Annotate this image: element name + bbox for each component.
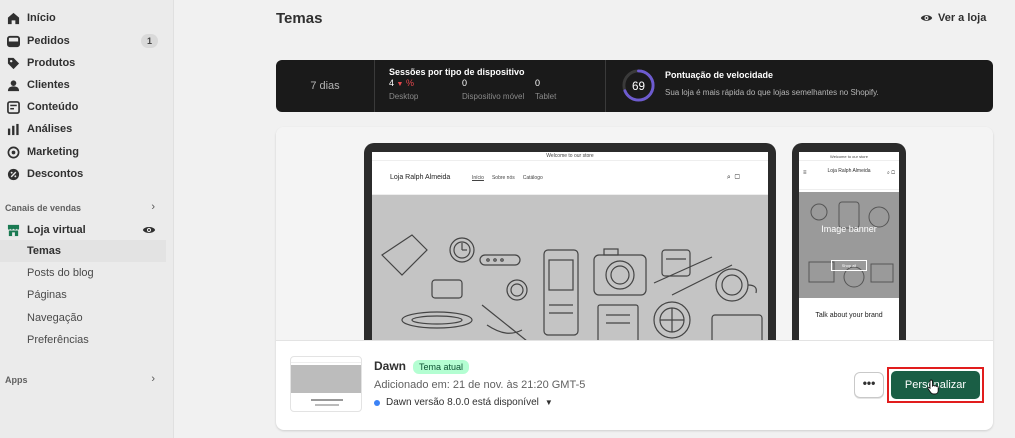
orders-icon	[7, 35, 20, 48]
sidebar-subitem-paginas[interactable]: Páginas	[0, 284, 166, 306]
home-icon	[7, 12, 20, 25]
mobile-label: Dispositivo móvel	[462, 92, 525, 101]
sidebar-item-label: Marketing	[27, 146, 79, 158]
person-icon	[7, 79, 20, 92]
sales-channels-label: Canais de vendas	[5, 203, 82, 213]
sidebar-subitem-preferencias[interactable]: Preferências	[0, 329, 166, 351]
stats-bar: 7 dias Sessões por tipo de dispositivo 4…	[276, 60, 993, 112]
sidebar-item-produtos[interactable]: Produtos	[0, 52, 166, 74]
eye-icon[interactable]	[142, 224, 156, 236]
tag-icon	[7, 57, 20, 70]
current-theme-badge: Tema atual	[413, 360, 470, 374]
chart-icon	[7, 123, 20, 136]
caret-down-icon: ▼	[544, 398, 553, 407]
theme-thumbnail[interactable]	[290, 356, 362, 412]
sidebar-item-analises[interactable]: Análises	[0, 118, 166, 140]
view-store-label: Ver a loja	[938, 12, 987, 24]
sidebar-item-conteudo[interactable]: Conteúdo	[0, 96, 166, 118]
desktop-value: 4 ▼ %	[389, 78, 414, 88]
speed-title: Pontuação de velocidade	[665, 70, 774, 80]
version-label: Dawn versão 8.0.0 está disponível	[386, 397, 539, 408]
divider	[605, 60, 606, 112]
menu-icon: ≡	[803, 170, 807, 176]
version-dropdown[interactable]: Dawn versão 8.0.0 está disponível ▼	[374, 397, 553, 408]
sidebar-item-label: Descontos	[27, 168, 84, 180]
shop-name: Loja Ralph Almeida	[827, 168, 871, 174]
hand-cursor-icon	[927, 379, 939, 395]
sidebar-item-descontos[interactable]: Descontos	[0, 163, 166, 185]
content-icon	[7, 100, 20, 114]
view-store-link[interactable]: Ver a loja	[920, 12, 986, 24]
tablet-value: 0	[535, 78, 541, 88]
sidebar-item-inicio[interactable]: Início	[0, 7, 166, 29]
theme-name: Dawn	[374, 359, 407, 373]
sidebar-item-label: Clientes	[27, 79, 70, 91]
orders-count-badge: 1	[140, 34, 158, 48]
mobile-screen: Welcome to our store ≡ Loja Ralph Almeid…	[799, 152, 899, 340]
target-icon	[7, 146, 20, 159]
sidebar-item-label: Produtos	[27, 57, 76, 69]
eye-icon	[920, 15, 933, 21]
flatlay-illustration	[381, 234, 763, 340]
shop-header: Loja Ralph Almeida Início Sobre nós Catálo…	[372, 161, 768, 195]
sidebar-item-clientes[interactable]: Clientes	[0, 74, 166, 96]
shop-nav: Início Sobre nós Catálogo	[472, 175, 543, 181]
speed-description: Sua loja é mais rápida do que lojas seme…	[665, 88, 879, 97]
sidebar: Início Pedidos 1 Produtos Clientes Conte…	[0, 0, 174, 438]
discount-icon	[7, 168, 20, 181]
apps-label: Apps	[5, 375, 28, 385]
shop-name: Loja Ralph Almeida	[390, 174, 451, 181]
theme-preview[interactable]: Welcome to our store Loja Ralph Almeida …	[276, 127, 993, 341]
theme-info: Dawn Tema atual Adicionado em: 21 de nov…	[276, 341, 993, 430]
highlight-box: Personalizar	[887, 367, 984, 403]
current-theme-card: Welcome to our store Loja Ralph Almeida …	[276, 127, 993, 430]
sessions-title: Sessões por tipo de dispositivo	[389, 67, 525, 77]
sidebar-item-label: Pedidos	[27, 35, 70, 47]
chevron-right-icon[interactable]: ›	[151, 373, 155, 385]
sidebar-item-marketing[interactable]: Marketing	[0, 141, 166, 163]
mobile-banner: Image banner Shop all	[799, 192, 899, 298]
mobile-header: ≡ Loja Ralph Almeida ⌕ ▢	[799, 162, 899, 190]
more-actions-button[interactable]: •••	[854, 372, 884, 398]
sidebar-item-label: Loja virtual	[27, 224, 86, 236]
banner-illustration	[808, 201, 894, 288]
desktop-label: Desktop	[389, 92, 419, 101]
tablet-label: Tablet	[535, 92, 557, 101]
mobile-value: 0	[462, 78, 468, 88]
sidebar-subitem-temas[interactable]: Temas	[0, 240, 166, 262]
arrow-down-icon: ▼	[396, 81, 404, 88]
info-dot-icon	[374, 399, 380, 406]
sessions-block[interactable]: Sessões por tipo de dispositivo	[389, 67, 525, 77]
speed-score-value: 69	[632, 80, 645, 93]
brand-text: Talk about your brand	[815, 312, 883, 319]
banner-button: Shop all	[831, 260, 867, 271]
theme-added-date: Adicionado em: 21 de nov. às 21:20 GMT-5	[374, 379, 586, 391]
announcement-bar: Welcome to our store	[372, 152, 768, 161]
search-cart-icons: ⌕ ▢	[726, 174, 740, 181]
banner-title: Image banner	[821, 224, 877, 234]
sidebar-item-loja-virtual[interactable]: Loja virtual	[0, 219, 166, 241]
desktop-preview: Welcome to our store Loja Ralph Almeida …	[364, 143, 776, 340]
sidebar-item-label: Início	[27, 12, 56, 24]
sidebar-item-label: Conteúdo	[27, 101, 79, 113]
desktop-screen: Welcome to our store Loja Ralph Almeida …	[372, 152, 768, 340]
store-icon	[7, 224, 20, 237]
banner-image	[372, 195, 768, 340]
period-selector[interactable]: 7 dias	[276, 60, 375, 112]
announcement-bar: Welcome to our store	[799, 152, 899, 161]
sidebar-subitem-navegacao[interactable]: Navegação	[0, 307, 166, 329]
mobile-preview: Welcome to our store ≡ Loja Ralph Almeid…	[792, 143, 906, 340]
sidebar-item-pedidos[interactable]: Pedidos 1	[0, 30, 166, 52]
sidebar-item-label: Análises	[27, 123, 73, 135]
search-cart-icons: ⌕ ▢	[887, 170, 895, 176]
speed-score-ring[interactable]: 69	[621, 68, 656, 103]
chevron-right-icon[interactable]: ›	[151, 201, 155, 213]
page-title: Temas	[276, 10, 323, 27]
sidebar-subitem-posts[interactable]: Posts do blog	[0, 262, 166, 284]
